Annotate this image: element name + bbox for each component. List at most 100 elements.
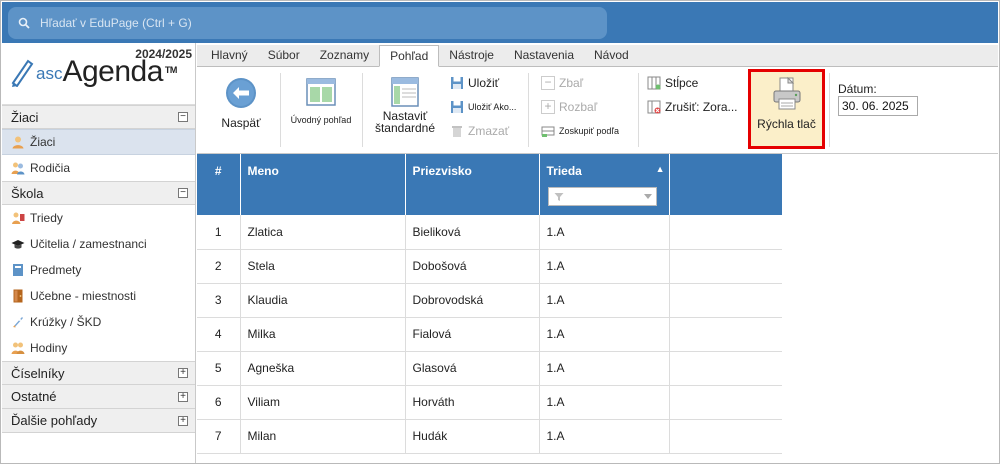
set-default-button[interactable]: Nastaviť štandardné [371, 77, 439, 134]
sidebar-item-predmety[interactable]: Predmety [2, 257, 195, 283]
table-row[interactable]: 2 Stela Dobošová 1.A [197, 249, 782, 284]
tab-zoznamy[interactable]: Zoznamy [310, 44, 379, 66]
sidebar-item-ziaci[interactable]: Žiaci [2, 129, 195, 155]
lessons-icon [11, 342, 25, 354]
home-view-button[interactable]: Úvodný pohľad [285, 77, 357, 125]
cell-priezvisko: Fialová [405, 317, 540, 352]
cell-priezvisko: Bieliková [405, 215, 540, 250]
section-ziaci[interactable]: Žiaci − [2, 105, 195, 129]
expand-icon[interactable]: + [178, 415, 188, 426]
cell-meno: Klaudia [240, 283, 406, 318]
table-row[interactable]: 3 Klaudia Dobrovodská 1.A [197, 283, 782, 318]
cell-trieda: 1.A [539, 249, 670, 284]
section-dalsie-pohlady[interactable]: Ďalšie pohľady + [2, 409, 195, 433]
expand-button[interactable]: + Rozbaľ [541, 100, 597, 114]
content-empty-area [783, 154, 998, 463]
sidebar-item-kruzky[interactable]: Krúžky / ŠKD [2, 309, 195, 335]
cell-empty [669, 249, 782, 284]
cell-empty [669, 317, 782, 352]
tab-navod[interactable]: Návod [584, 44, 639, 66]
date-input[interactable] [838, 96, 918, 116]
save-button[interactable]: Uložiť [450, 76, 499, 90]
cell-trieda: 1.A [539, 385, 670, 420]
tab-hlavny[interactable]: Hlavný [201, 44, 258, 66]
tab-nastroje[interactable]: Nástroje [439, 44, 504, 66]
door-icon [13, 289, 23, 303]
cell-priezvisko: Dobošová [405, 249, 540, 284]
section-skola[interactable]: Škola − [2, 181, 195, 205]
group-by-button[interactable]: Zoskupiť podľa [541, 124, 619, 138]
tab-pohlad[interactable]: Pohľad [379, 45, 440, 67]
collapse-icon[interactable]: − [178, 112, 188, 122]
sidebar-item-triedy[interactable]: Triedy [2, 205, 195, 231]
save-as-button[interactable]: Uložiť Ako... [450, 100, 516, 114]
expand-icon[interactable]: + [178, 368, 188, 378]
student-icon [12, 136, 24, 149]
cancel-sort-icon [647, 100, 661, 114]
cancel-sort-button[interactable]: Zrušiť: Zora... [647, 100, 738, 114]
sidebar-item-ucitelia[interactable]: Učitelia / zamestnanci [2, 231, 195, 257]
sidebar-item-rodicia[interactable]: Rodičia [2, 155, 195, 181]
cell-priezvisko: Glasová [405, 351, 540, 386]
trash-icon [452, 126, 462, 137]
search-input[interactable] [40, 16, 580, 30]
row-number: 4 [197, 317, 241, 352]
ribbon-toolbar: Naspäť Úvodný pohľad Nastaviť štandardné… [197, 67, 998, 154]
cell-empty [669, 283, 782, 318]
column-header-empty [669, 154, 782, 215]
cell-trieda: 1.A [539, 419, 670, 454]
cell-priezvisko: Dobrovodská [405, 283, 540, 318]
column-header-priezvisko[interactable]: Priezvisko [405, 154, 540, 215]
table-row[interactable]: 1 Zlatica Bieliková 1.A [197, 215, 782, 250]
date-label: Dátum: [838, 82, 877, 96]
parents-icon [11, 162, 25, 175]
sidebar-item-hodiny[interactable]: Hodiny [2, 335, 195, 361]
back-button[interactable]: Naspäť [215, 77, 267, 130]
cell-meno: Stela [240, 249, 406, 284]
asc-agenda-logo: asc Agenda TM [10, 57, 177, 87]
search-box[interactable] [8, 7, 607, 39]
table-header-row: # Meno Priezvisko Trieda ▲ [197, 154, 782, 215]
book-icon [13, 264, 23, 276]
row-number: 6 [197, 385, 241, 420]
top-bar [2, 2, 998, 43]
expand-icon[interactable]: + [178, 391, 188, 402]
cell-trieda: 1.A [539, 317, 670, 352]
ribbon-tabs: Hlavný Súbor Zoznamy Pohľad Nástroje Nas… [197, 45, 998, 67]
cell-meno: Viliam [240, 385, 406, 420]
table-row[interactable]: 7 Milan Hudák 1.A [197, 419, 782, 454]
columns-button[interactable]: Stĺpce [647, 76, 698, 90]
ribbon-separator [528, 73, 529, 147]
table-row[interactable]: 4 Milka Fialová 1.A [197, 317, 782, 352]
cell-priezvisko: Hudák [405, 419, 540, 454]
delete-view-button[interactable]: Zmazať [450, 124, 509, 138]
app-window: 2024/2025 asc AgendaTM Žiaci − Žiaci Rod… [0, 0, 1000, 464]
column-header-meno[interactable]: Meno [240, 154, 406, 215]
collapse-button[interactable]: − Zbaľ [541, 76, 583, 90]
quick-print-button[interactable]: Rýchla tlač [748, 69, 825, 149]
table-row[interactable]: 6 Viliam Horváth 1.A [197, 385, 782, 420]
trieda-filter-dropdown[interactable] [547, 187, 657, 206]
minus-icon: − [541, 76, 555, 90]
rocket-icon [13, 317, 23, 328]
row-number: 5 [197, 351, 241, 386]
collapse-icon[interactable]: − [178, 188, 188, 198]
row-number: 7 [197, 419, 241, 454]
plus-icon: + [541, 100, 555, 114]
tab-nastavenia[interactable]: Nastavenia [504, 44, 584, 66]
class-icon [12, 212, 25, 224]
printer-icon [773, 76, 800, 110]
column-header-trieda[interactable]: Trieda ▲ [539, 154, 670, 215]
layout-view-icon [306, 78, 336, 106]
columns-icon [647, 76, 661, 90]
ribbon-separator [280, 73, 281, 147]
sort-ascending-icon: ▲ [655, 164, 665, 174]
floppy-disk-icon [451, 101, 463, 113]
column-header-number[interactable]: # [197, 154, 241, 215]
tab-subor[interactable]: Súbor [258, 44, 310, 66]
table-row[interactable]: 5 Agneška Glasová 1.A [197, 351, 782, 386]
sidebar-item-ucebne[interactable]: Učebne - miestnosti [2, 283, 195, 309]
section-ostatne[interactable]: Ostatné + [2, 385, 195, 409]
section-ciselniky[interactable]: Číselníky + [2, 361, 195, 385]
row-number: 2 [197, 249, 241, 284]
